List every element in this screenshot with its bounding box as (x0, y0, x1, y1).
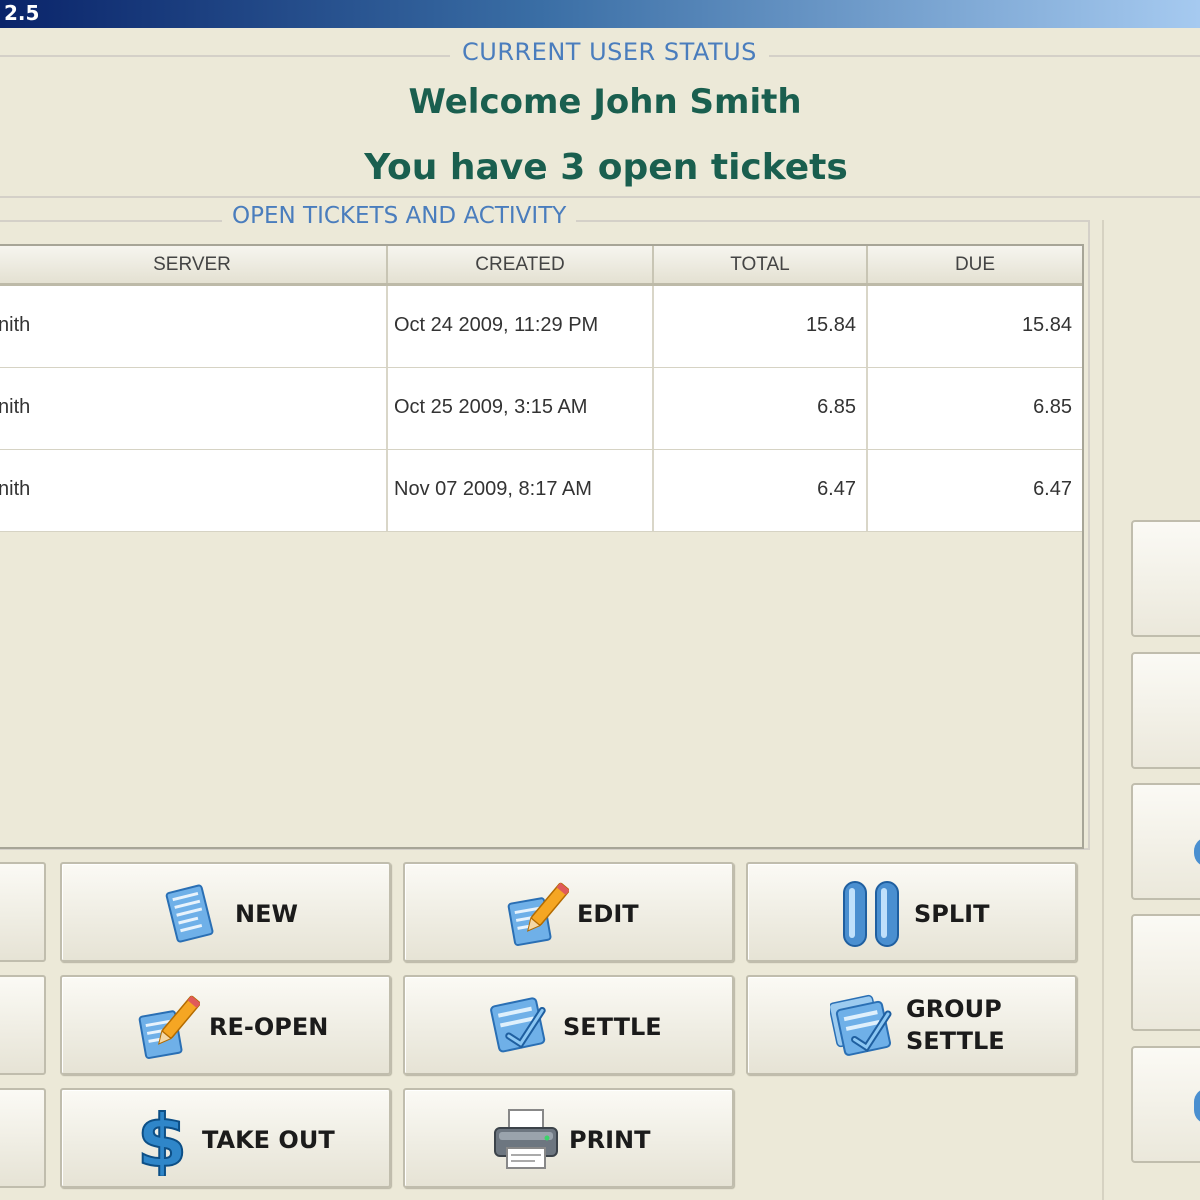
left-action-button-2[interactable] (0, 975, 46, 1075)
cell-total: 6.47 (654, 450, 868, 531)
settle-icon (487, 993, 557, 1063)
take-out-button[interactable]: $ TAKE OUT (60, 1088, 391, 1188)
cell-due: 15.84 (1021, 314, 1072, 336)
dollar-icon: $ (134, 1098, 190, 1184)
open-tickets-count: You have 3 open tickets (364, 147, 848, 188)
cell-created: Oct 25 2009, 3:15 AM (388, 368, 654, 449)
tickets-table-header: SERVER CREATED TOTAL DUE (0, 246, 1082, 286)
column-header-created[interactable]: CREATED (388, 246, 654, 283)
reopen-button[interactable]: RE-OPEN (60, 975, 391, 1075)
window-titlebar: 2.5 (0, 0, 1200, 28)
cell-server: nith (0, 286, 388, 367)
split-icon (840, 880, 904, 952)
svg-text:$: $ (137, 1102, 187, 1176)
pencil-document-icon (134, 991, 201, 1065)
right-panel-divider (1102, 220, 1104, 1200)
table-row[interactable]: nith Oct 25 2009, 3:15 AM 6.85 6.85 (0, 368, 1082, 450)
open-tickets-legend: OPEN TICKETS AND ACTIVITY (222, 203, 577, 229)
side-button-5-icon (1194, 1088, 1200, 1124)
cell-created: Nov 07 2009, 8:17 AM (388, 450, 654, 531)
print-button-label: PRINT (569, 1126, 651, 1154)
settle-button-label: SETTLE (563, 1013, 662, 1041)
reopen-button-label: RE-OPEN (209, 1013, 329, 1041)
side-button-1[interactable] (1131, 520, 1200, 637)
group-settle-button-label-line2: SETTLE (906, 1027, 1005, 1055)
cell-server: nith (0, 368, 388, 449)
table-row[interactable]: nith Oct 24 2009, 11:29 PM 15.84 15.84 (0, 286, 1082, 368)
column-header-due[interactable]: DUE (868, 246, 1082, 283)
settle-button[interactable]: SETTLE (403, 975, 734, 1075)
side-button-3[interactable] (1131, 783, 1200, 900)
pencil-document-icon (503, 878, 570, 952)
cell-server: nith (0, 450, 388, 531)
cell-total: 15.84 (654, 286, 868, 367)
group-settle-button-label-line1: GROUP (906, 995, 1002, 1023)
table-row[interactable]: nith Nov 07 2009, 8:17 AM 6.47 6.47 (0, 450, 1082, 532)
tickets-table: SERVER CREATED TOTAL DUE nith Oct 24 200… (0, 244, 1084, 849)
group-settle-button[interactable]: GROUP SETTLE (746, 975, 1077, 1075)
cell-due: 6.47 (1033, 478, 1072, 500)
side-button-4[interactable] (1131, 914, 1200, 1031)
new-button-label: NEW (235, 900, 298, 928)
column-header-total[interactable]: TOTAL (654, 246, 868, 283)
print-button[interactable]: PRINT (403, 1088, 734, 1188)
side-button-2[interactable] (1131, 652, 1200, 769)
document-icon (160, 882, 224, 952)
cell-created: Oct 24 2009, 11:29 PM (388, 286, 654, 367)
edit-button-label: EDIT (577, 900, 639, 928)
welcome-message: Welcome John Smith (408, 82, 802, 122)
split-button-label: SPLIT (914, 900, 990, 928)
take-out-button-label: TAKE OUT (202, 1126, 335, 1154)
split-button[interactable]: SPLIT (746, 862, 1077, 962)
side-button-3-icon (1194, 837, 1200, 867)
column-header-server[interactable]: SERVER (0, 246, 388, 283)
window-title: 2.5 (4, 1, 40, 25)
new-button[interactable]: NEW (60, 862, 391, 962)
printer-icon (491, 1106, 561, 1176)
side-button-5[interactable] (1131, 1046, 1200, 1163)
cell-due: 6.85 (1033, 396, 1072, 418)
group-settle-icon (828, 993, 900, 1063)
current-user-status-legend: CURRENT USER STATUS (450, 38, 769, 66)
edit-button[interactable]: EDIT (403, 862, 734, 962)
left-action-button-1[interactable] (0, 862, 46, 962)
cell-total: 6.85 (654, 368, 868, 449)
left-action-button-3[interactable] (0, 1088, 46, 1188)
